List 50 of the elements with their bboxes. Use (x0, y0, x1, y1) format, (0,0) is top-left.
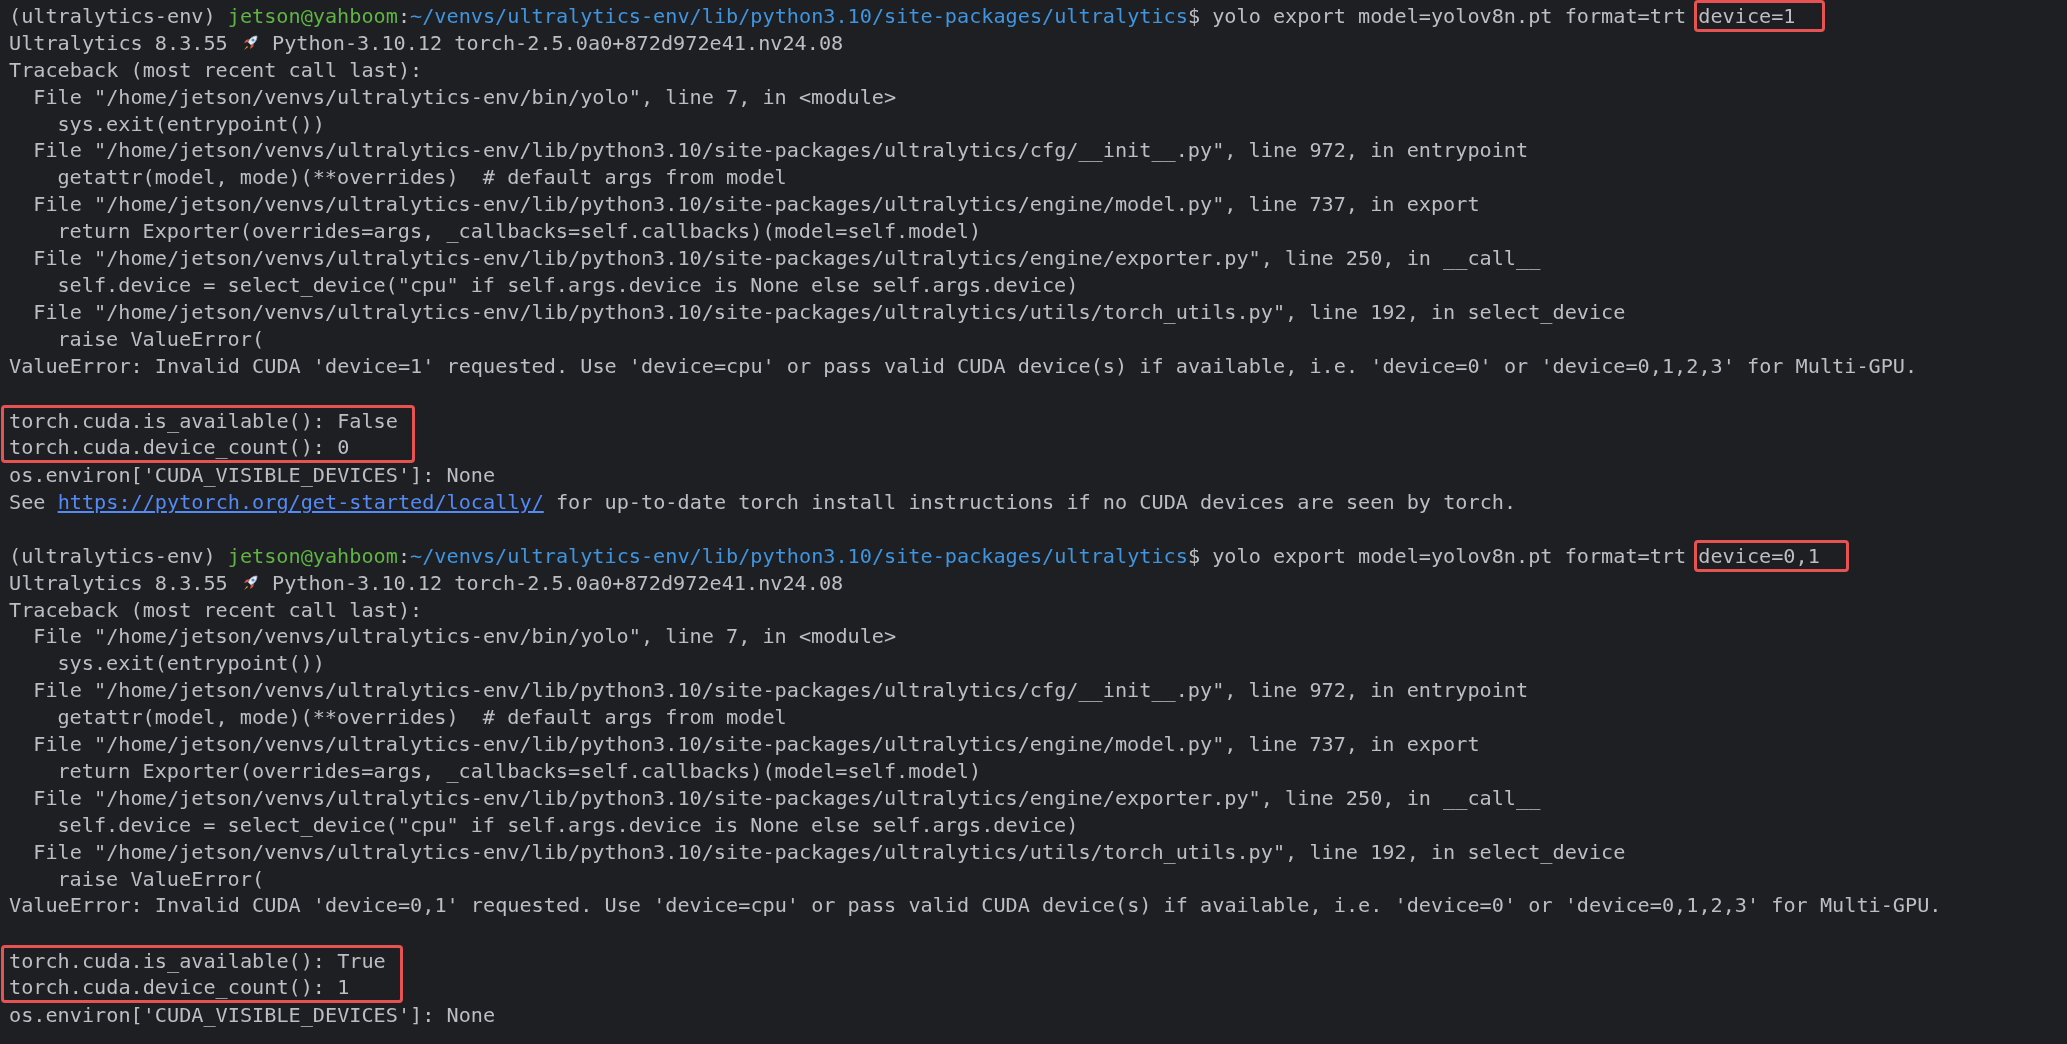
command-text: yolo export model=yolov8n.pt format=trt (1212, 542, 1687, 570)
traceback-frame: File "/home/jetson/venvs/ultralytics-env/lib/python3.10/site-packages/ultralytics/utils/torch_utils.py", line 192, in select_device (33, 298, 1626, 326)
traceback-code: getattr(model, mode)(**overrides) # default args from model (57, 164, 787, 192)
version-text: Ultralytics 8.3.55 (9, 569, 228, 597)
output-text: ValueError: Invalid CUDA 'device=0,1' requested. Use 'device=cpu' or pass valid CUDA device(s) if available, i.e. 'device=0' or 'device=0,1,2,3' for Multi-GPU. (9, 892, 1942, 920)
traceback-code: sys.exit(entrypoint()) (57, 110, 325, 138)
output-text: torch.cuda.is_available(): False (9, 407, 398, 435)
traceback-code: getattr(model, mode)(**overrides) # default args from model (57, 704, 787, 732)
prompt-user: jetson@yahboom (227, 542, 398, 570)
traceback-frame: File "/home/jetson/venvs/ultralytics-env/lib/python3.10/site-packages/ultralytics/engine/model.py", line 737, in export (33, 731, 1480, 758)
prompt-env: (ultralytics-env) (9, 3, 216, 30)
highlighted-text: device=1 (1694, 0, 1825, 33)
version-text: Ultralytics 8.3.55 (9, 29, 228, 57)
prompt-env: (ultralytics-env) (9, 542, 216, 570)
output-text: torch.cuda.device_count(): 0 (9, 433, 350, 461)
traceback-frame: File "/home/jetson/venvs/ultralytics-env/lib/python3.10/site-packages/ultralytics/cfg/__init__.py", line 972, in entrypoint (33, 137, 1529, 165)
output-text: os.environ['CUDA_VISIBLE_DEVICES']: None (9, 1001, 496, 1029)
prompt-path: ~/venvs/ultralytics-env/lib/python3.10/site-packages/ultralytics (410, 542, 1188, 570)
traceback-code: sys.exit(entrypoint()) (57, 650, 325, 678)
traceback-code: raise ValueError( (57, 865, 265, 893)
version-text: Python-3.10.12 torch-2.5.0a0+872d972e41.nv24.08 (272, 569, 844, 597)
traceback-code: self.device = select_device("cpu" if self.args.device is None else self.args.device) (57, 811, 1079, 839)
command-text: yolo export model=yolov8n.pt format=trt (1212, 3, 1687, 30)
output-text: See https://pytorch.org/get-started/locally/ for up-to-date torch install instructions if no CUDA devices are seen by torch. (9, 489, 1517, 516)
traceback-frame: File "/home/jetson/venvs/ultralytics-env/lib/python3.10/site-packages/ultralytics/cfg/__init__.py", line 972, in entrypoint (33, 677, 1529, 705)
output-text: Traceback (most recent call last): (9, 56, 423, 84)
traceback-frame: File "/home/jetson/venvs/ultralytics-env/lib/python3.10/site-packages/ultralytics/engine/model.py", line 737, in export (33, 191, 1480, 219)
prompt-symbol: $ (1187, 542, 1201, 570)
highlighted-text: device=0,1 (1694, 540, 1849, 573)
prompt-user: jetson@yahboom (227, 3, 398, 30)
traceback-frame: File "/home/jetson/venvs/ultralytics-env/bin/yolo", line 7, in <module> (33, 623, 897, 651)
output-text: ValueError: Invalid CUDA 'device=1' requested. Use 'device=cpu' or pass valid CUDA device(s) if available, i.e. 'device=0' or 'device=0,1,2,3' for Multi-GPU. (9, 352, 1918, 380)
traceback-code: return Exporter(overrides=args, _callbacks=self.callbacks)(model=self.model) (57, 218, 982, 246)
traceback-code: return Exporter(overrides=args, _callbacks=self.callbacks)(model=self.model) (57, 757, 982, 785)
traceback-frame: File "/home/jetson/venvs/ultralytics-env/lib/python3.10/site-packages/ultralytics/utils/torch_utils.py", line 192, in select_device (33, 838, 1626, 866)
output-text: Traceback (most recent call last): (9, 596, 423, 624)
prompt-separator: : (397, 3, 411, 30)
traceback-frame: File "/home/jetson/venvs/ultralytics-env/lib/python3.10/site-packages/ultralytics/engine/exporter.py", line 250, in __call__ (33, 245, 1541, 272)
traceback-code: self.device = select_device("cpu" if self.args.device is None else self.args.device) (57, 271, 1079, 299)
traceback-frame: File "/home/jetson/venvs/ultralytics-env/bin/yolo", line 7, in <module> (33, 83, 897, 111)
url-link[interactable]: https://pytorch.org/get-started/locally/ (57, 490, 544, 515)
traceback-frame: File "/home/jetson/venvs/ultralytics-env/lib/python3.10/site-packages/ultralytics/engine/exporter.py", line 250, in __call__ (33, 784, 1541, 812)
output-text: torch.cuda.device_count(): 1 (9, 973, 350, 1001)
prompt-separator: : (397, 542, 411, 570)
output-text: os.environ['CUDA_VISIBLE_DEVICES']: None (9, 462, 496, 490)
version-text: Python-3.10.12 torch-2.5.0a0+872d972e41.nv24.08 (272, 29, 844, 57)
output-text: torch.cuda.is_available(): True (9, 947, 386, 975)
prompt-symbol: $ (1187, 3, 1201, 30)
prompt-path: ~/venvs/ultralytics-env/lib/python3.10/site-packages/ultralytics (410, 3, 1188, 30)
traceback-code: raise ValueError( (57, 325, 265, 353)
